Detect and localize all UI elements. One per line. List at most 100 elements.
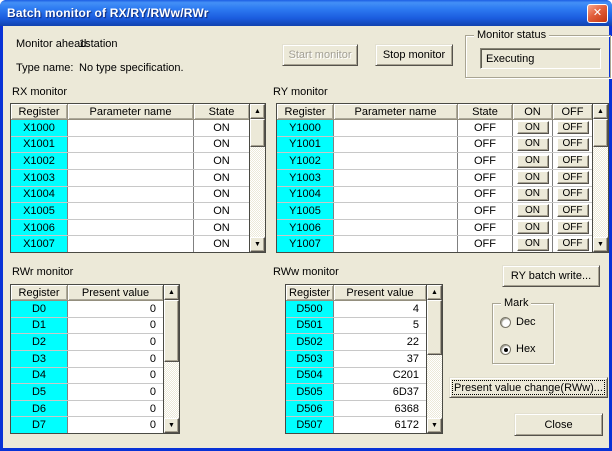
- register-cell: D504: [286, 368, 334, 384]
- column-header-present-value: Present value: [334, 285, 426, 301]
- off-button[interactable]: OFF: [557, 155, 589, 168]
- value-cell: ON: [194, 120, 249, 136]
- rx-monitor-table: RegisterParameter nameStateX1000ONX1001O…: [10, 103, 266, 253]
- rww-scrollbar: ▲ ▼: [426, 285, 442, 433]
- scrollbar-up-icon[interactable]: ▲: [164, 285, 179, 300]
- on-button[interactable]: ON: [517, 121, 549, 134]
- window-title: Batch monitor of RX/RY/RWw/RWr: [7, 6, 209, 20]
- scrollbar-thumb[interactable]: [250, 119, 265, 147]
- table-row: X1003ON: [11, 170, 249, 187]
- column-header-off: OFF: [553, 104, 592, 120]
- scrollbar-down-icon[interactable]: ▼: [593, 237, 608, 252]
- register-cell: X1007: [11, 236, 68, 252]
- parameter-name-cell: [334, 187, 458, 203]
- mark-option-hex[interactable]: Hex: [500, 342, 551, 356]
- register-cell: D503: [286, 351, 334, 367]
- value-cell: ON: [194, 203, 249, 219]
- scrollbar-thumb[interactable]: [593, 119, 608, 147]
- table-row: Y1000OFFONOFF: [277, 120, 592, 137]
- register-cell: X1004: [11, 187, 68, 203]
- rww-monitor-label: RWw monitor: [273, 266, 339, 278]
- scrollbar-up-icon[interactable]: ▲: [593, 104, 608, 119]
- scrollbar-up-icon[interactable]: ▲: [250, 104, 265, 119]
- scrollbar-track[interactable]: [593, 119, 608, 237]
- value-cell: OFF: [458, 120, 513, 136]
- scrollbar-thumb[interactable]: [164, 300, 179, 362]
- mark-radio-group: Dec Hex: [500, 315, 551, 369]
- off-button[interactable]: OFF: [557, 138, 589, 151]
- scrollbar-track[interactable]: [427, 300, 442, 418]
- on-button[interactable]: ON: [517, 138, 549, 151]
- table-row: Y1006OFFONOFF: [277, 220, 592, 237]
- scrollbar-down-icon[interactable]: ▼: [250, 237, 265, 252]
- column-header-parameter-name: Parameter name: [334, 104, 458, 120]
- register-cell: D0: [11, 301, 68, 317]
- parameter-name-cell: [68, 220, 194, 236]
- table-row: Y1002OFFONOFF: [277, 153, 592, 170]
- mark-group-label: Mark: [501, 297, 531, 309]
- value-cell: OFF: [458, 153, 513, 169]
- parameter-name-cell: [334, 220, 458, 236]
- present-value-change-button[interactable]: Present value change(RWw)...: [449, 377, 608, 398]
- parameter-name-cell: [334, 137, 458, 153]
- table-row: X1005ON: [11, 203, 249, 220]
- scrollbar-down-icon[interactable]: ▼: [164, 418, 179, 433]
- off-button[interactable]: OFF: [557, 188, 589, 201]
- off-button[interactable]: OFF: [557, 204, 589, 217]
- parameter-name-cell: [68, 120, 194, 136]
- register-cell: D507: [286, 417, 334, 433]
- close-icon[interactable]: ✕: [587, 4, 608, 23]
- stop-monitor-button[interactable]: Stop monitor: [375, 44, 453, 66]
- scrollbar-up-icon[interactable]: ▲: [427, 285, 442, 300]
- table-row: Y1003OFFONOFF: [277, 170, 592, 187]
- off-button[interactable]: OFF: [557, 121, 589, 134]
- value-cell: C201: [334, 368, 426, 384]
- table-row: D60: [11, 401, 163, 418]
- parameter-name-cell: [68, 203, 194, 219]
- table-row: X1004 ON: [11, 187, 249, 204]
- close-button[interactable]: Close: [514, 413, 603, 436]
- table-row: D50222: [286, 334, 426, 351]
- radio-dec-icon[interactable]: [500, 317, 511, 328]
- start-monitor-button[interactable]: Start monitor: [282, 44, 358, 66]
- on-button[interactable]: ON: [517, 204, 549, 217]
- radio-hex-icon[interactable]: [500, 344, 511, 355]
- off-button[interactable]: OFF: [557, 221, 589, 234]
- value-cell: OFF: [458, 137, 513, 153]
- value-cell: OFF: [458, 203, 513, 219]
- on-button[interactable]: ON: [517, 221, 549, 234]
- value-cell: ON: [194, 220, 249, 236]
- table-row: Y1007OFFONOFF: [277, 236, 592, 252]
- on-button[interactable]: ON: [517, 171, 549, 184]
- column-header-register: Register: [11, 104, 68, 120]
- register-cell: D3: [11, 351, 68, 367]
- table-row: D40: [11, 368, 163, 385]
- ry-batch-write-button[interactable]: RY batch write...: [502, 265, 600, 287]
- scrollbar-down-icon[interactable]: ▼: [427, 418, 442, 433]
- on-button[interactable]: ON: [517, 238, 549, 251]
- value-cell: OFF: [458, 170, 513, 186]
- table-row: D20: [11, 334, 163, 351]
- scrollbar-track[interactable]: [250, 119, 265, 237]
- register-cell: D7: [11, 417, 68, 433]
- table-row: X1007ON: [11, 236, 249, 252]
- rwr-monitor-table: RegisterPresent valueD00D10D20D30D40D50D…: [10, 284, 180, 434]
- register-cell: X1003: [11, 170, 68, 186]
- scrollbar-thumb[interactable]: [427, 300, 442, 355]
- table-row: D5056D37: [286, 384, 426, 401]
- table-row: D00: [11, 301, 163, 318]
- on-button[interactable]: ON: [517, 188, 549, 201]
- scrollbar-track[interactable]: [164, 300, 179, 418]
- off-button[interactable]: OFF: [557, 171, 589, 184]
- type-name-label: Type name:: [16, 62, 73, 74]
- table-row: X1002ON: [11, 153, 249, 170]
- titlebar[interactable]: Batch monitor of RX/RY/RWw/RWr ✕: [0, 0, 612, 26]
- on-button[interactable]: ON: [517, 155, 549, 168]
- off-button[interactable]: OFF: [557, 238, 589, 251]
- monitor-status-group: Monitor status Executing: [465, 35, 611, 78]
- value-cell: ON: [194, 187, 249, 203]
- mark-option-dec[interactable]: Dec: [500, 315, 551, 329]
- value-cell: 0: [68, 417, 163, 433]
- value-cell: 4: [334, 301, 426, 317]
- rwr-monitor-label: RWr monitor: [12, 266, 73, 278]
